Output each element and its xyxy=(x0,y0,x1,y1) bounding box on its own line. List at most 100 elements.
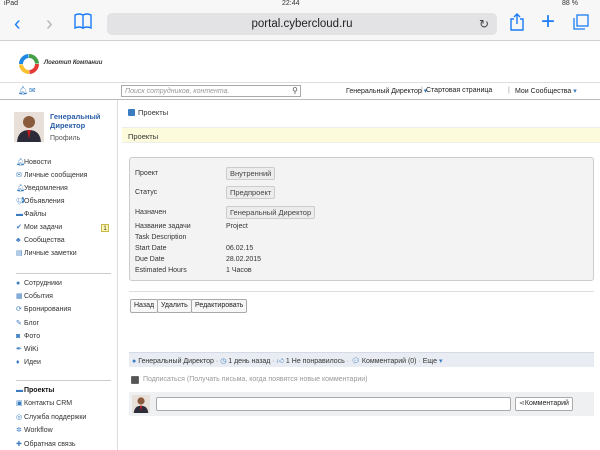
mail-icon: ✉ xyxy=(16,172,22,179)
refresh-icon: ⟳ xyxy=(16,306,22,314)
note-icon: ▤ xyxy=(16,250,23,257)
bell-icon[interactable]: 🔔︎ xyxy=(18,86,28,95)
divider xyxy=(16,380,111,381)
logo-icon[interactable] xyxy=(18,53,40,80)
sidebar-item-nav2-1[interactable]: ▦События xyxy=(16,292,53,302)
status-label: Статус xyxy=(135,189,158,196)
sidebar: Генеральный Директор Профиль 🔔︎Новости ✉ Л… xyxy=(0,100,118,450)
profile-link[interactable]: Профиль xyxy=(50,135,80,142)
sidebar-item-nav1-1[interactable]: ✉ Личные сообщения xyxy=(16,171,87,181)
meta-author[interactable]: Генеральный Директор xyxy=(138,358,214,365)
sidebar-item-nav1-0[interactable]: 🔔︎Новости xyxy=(16,158,51,168)
calendar-icon: ▦ xyxy=(16,293,23,301)
share-icon[interactable] xyxy=(510,13,524,35)
tabs-icon[interactable] xyxy=(573,14,589,34)
sidebar-item-label: Новости xyxy=(24,159,52,166)
sidebar-item-nav2-4[interactable]: ◙ Фото xyxy=(16,332,40,342)
url-text: portal.cybercloud.ru xyxy=(251,18,353,30)
delete-button[interactable]: Удалить xyxy=(157,299,192,313)
meta-bar: ● Генеральный Директор · ◷ 1 день назад … xyxy=(129,352,594,367)
clock: 22:44 xyxy=(282,0,300,7)
sidebar-item-nav1-2[interactable]: 🔔︎Уведомления xyxy=(16,184,68,194)
comment-avatar xyxy=(132,395,150,418)
caret-down-icon: ▾ xyxy=(573,88,577,95)
meta-more[interactable]: Еще xyxy=(423,358,437,365)
sidebar-item-label: WiKi xyxy=(24,346,39,353)
divider xyxy=(16,273,111,274)
comment-input[interactable] xyxy=(156,397,511,411)
sidebar-item-label: Контакты CRM xyxy=(24,400,73,408)
assigned-value: Генеральный Директор xyxy=(226,206,316,219)
bookmarks-icon[interactable] xyxy=(74,13,92,33)
mail-icon[interactable]: ✉ xyxy=(29,86,36,95)
main-content: Проекты Проекты Проект Внутренний Статус… xyxy=(122,100,600,450)
address-bar[interactable]: portal.cybercloud.ru ↻ xyxy=(107,13,497,35)
new-tab-icon[interactable]: + xyxy=(541,10,555,34)
sidebar-item-nav1-5[interactable]: ✔ Мои задачи 1 xyxy=(16,223,109,233)
lifebuoy-icon: ◎ xyxy=(16,413,23,421)
sidebar-item-label: Уведомления xyxy=(24,185,68,192)
task-desc-label: Task Description xyxy=(135,234,187,241)
folder-icon: ▬ xyxy=(16,387,23,394)
sidebar-item-label: Личные заметки xyxy=(24,250,77,257)
start-date-value: 06.02.15 xyxy=(226,245,254,252)
sidebar-item-nav3-4[interactable]: ✚ Обратная связь xyxy=(16,440,76,450)
project-label: Проект xyxy=(135,170,159,177)
due-date-value: 28.02.2015 xyxy=(226,256,262,263)
sidebar-item-nav2-3[interactable]: ✎ Блог xyxy=(16,319,39,329)
clock-icon: ◷ xyxy=(220,358,227,365)
sidebar-item-label: Личные сообщения xyxy=(24,172,88,179)
due-date-label: Due Date xyxy=(135,256,165,263)
back-icon[interactable]: ‹ xyxy=(14,14,21,34)
folder-icon: ▬ xyxy=(16,211,23,218)
sidebar-item-nav2-2[interactable]: ⟳ Бронирования xyxy=(16,305,71,315)
profile-name[interactable]: Генеральный Директор xyxy=(50,112,112,130)
sidebar-item-label: Идеи xyxy=(24,359,41,367)
site-header: Логотип Компании xyxy=(0,41,600,83)
subscribe-checkbox[interactable] xyxy=(131,376,139,384)
search-input[interactable]: Поиск сотрудников, контента. ⚲ xyxy=(121,85,301,97)
start-page-link[interactable]: Стартовая страница xyxy=(426,87,492,94)
sidebar-item-label: Блог xyxy=(24,319,40,327)
meta-comments[interactable]: Комментарий (0) xyxy=(362,358,417,365)
meta-line: ● Генеральный Директор · ◷ 1 день назад … xyxy=(132,358,443,365)
reload-icon[interactable]: ↻ xyxy=(479,13,489,35)
sidebar-item-nav1-3[interactable]: 📢︎Объявления xyxy=(16,197,65,207)
sidebar-item-nav3-1[interactable]: ▣Контакты CRM xyxy=(16,399,72,409)
meta-time: 1 день назад xyxy=(228,358,271,365)
sidebar-item-nav3-2[interactable]: ◎ Служба поддержки xyxy=(16,413,86,423)
communities-menu[interactable]: Мои Сообщества ▾ xyxy=(515,87,577,95)
start-date-label: Start Date xyxy=(135,245,167,252)
task-count-badge: 1 xyxy=(101,224,109,232)
sidebar-item-label: Мои задачи xyxy=(24,224,63,231)
sidebar-item-nav3-3[interactable]: ✲ Workflow xyxy=(16,426,53,436)
sidebar-item-nav2-5[interactable]: ✒ WiKi xyxy=(16,345,38,355)
comment-button[interactable]: ⋖Комментарий xyxy=(515,397,573,411)
edit-button[interactable]: Редактировать xyxy=(191,299,248,313)
task-name-value: Project xyxy=(226,223,248,230)
search-placeholder: Поиск сотрудников, контента. xyxy=(125,88,230,95)
portal-toolbar: 🔔︎ ✉ Поиск сотрудников, контента. ⚲ Гене… xyxy=(0,83,600,100)
sidebar-item-nav2-0[interactable]: ● Сотрудники xyxy=(16,279,62,289)
back-button[interactable]: Назад xyxy=(130,299,159,313)
sidebar-item-nav1-4[interactable]: ▬Файлы xyxy=(16,210,46,220)
check-icon: ✔ xyxy=(16,224,22,231)
sidebar-item-nav3-0[interactable]: ▬Проекты xyxy=(16,386,54,396)
sidebar-item-label: Сотрудники xyxy=(24,280,62,287)
status-value: Предпроект xyxy=(226,186,276,199)
sidebar-item-nav1-7[interactable]: ▤Личные заметки xyxy=(16,249,77,259)
assigned-label: Назначен xyxy=(135,209,167,216)
user-menu[interactable]: Генеральный Директор ▾ xyxy=(346,87,427,95)
browser-toolbar: ‹ › portal.cybercloud.ru ↻ + xyxy=(0,9,600,41)
sidebar-item-nav2-6[interactable]: ♦ Идеи xyxy=(16,358,41,368)
meta-likes[interactable]: 1 Не понравилось xyxy=(286,358,345,365)
search-icon[interactable]: ⚲ xyxy=(292,85,298,96)
projects-checkbox[interactable] xyxy=(128,109,135,116)
title-band: Проекты xyxy=(122,127,600,143)
forward-icon[interactable]: › xyxy=(46,14,53,34)
sidebar-item-nav1-6[interactable]: ♣ Сообщества xyxy=(16,236,65,246)
avatar[interactable] xyxy=(14,112,44,147)
sidebar-item-label: Объявления xyxy=(24,198,65,205)
device-label: iPad xyxy=(4,0,19,7)
sidebar-item-label: Сообщества xyxy=(24,237,65,244)
